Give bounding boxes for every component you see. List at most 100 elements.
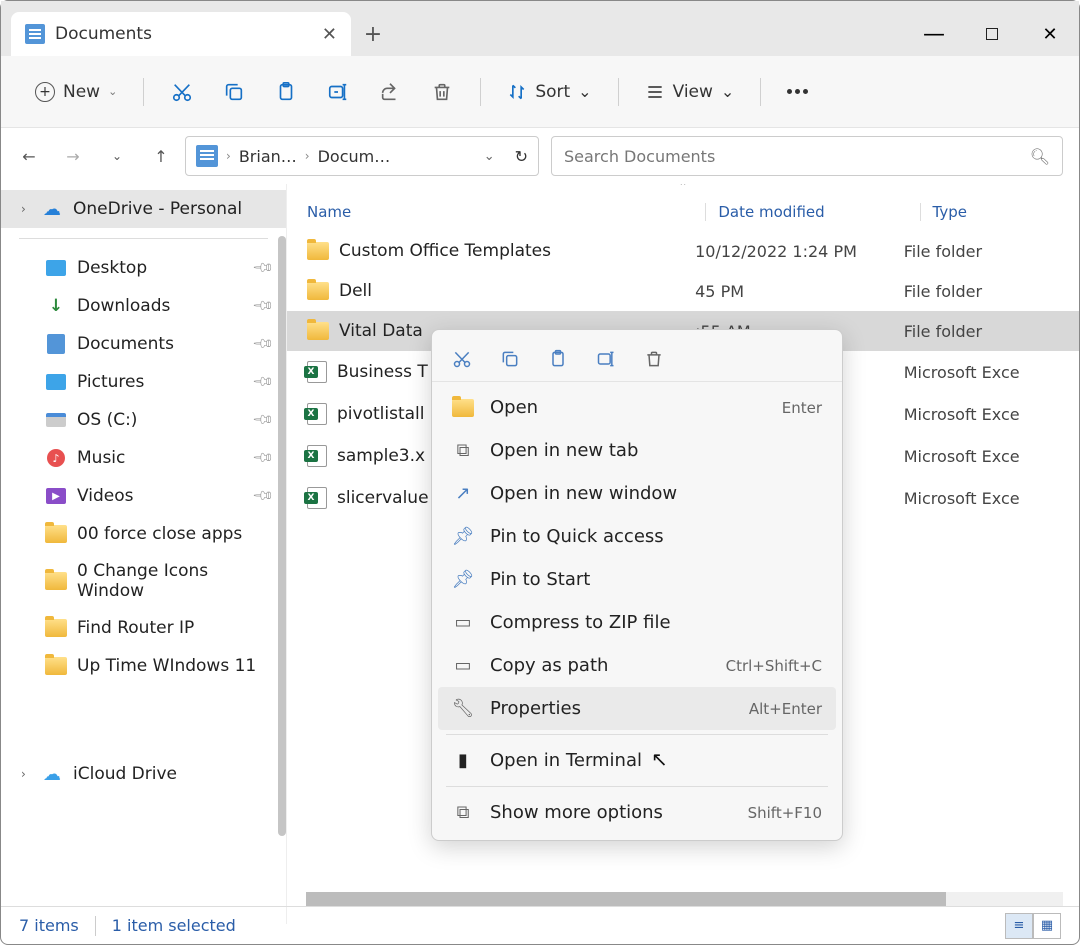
folder-icon: [307, 242, 329, 260]
folder-icon: [307, 322, 329, 340]
chevron-down-icon[interactable]: ⌄: [484, 149, 495, 164]
sidebar-item-icloud[interactable]: › ☁ iCloud Drive: [1, 755, 286, 793]
window-icon: ↗: [452, 483, 474, 504]
ctx-copy-path[interactable]: ▭Copy as pathCtrl+Shift+C: [432, 644, 842, 687]
nav-bar: ← → ⌄ ↑ › Brian… › Docum… ⌄ ↻ Search Doc…: [1, 128, 1079, 184]
downloads-icon: ↓: [45, 295, 67, 317]
folder-icon: [45, 655, 67, 677]
copy-button[interactable]: [212, 70, 256, 114]
paste-button[interactable]: [264, 70, 308, 114]
more-button[interactable]: [777, 81, 818, 102]
tab-icon: ⧉: [452, 440, 474, 461]
pin-icon: 📌︎: [251, 370, 275, 394]
folder-icon: [45, 570, 67, 592]
maximize-button[interactable]: [963, 12, 1021, 56]
sidebar-item[interactable]: ♪Music📌︎: [1, 439, 286, 477]
sidebar-item[interactable]: Desktop📌︎: [1, 249, 286, 287]
file-row[interactable]: Dell45 PMFile folder: [287, 271, 1079, 311]
chevron-right-icon: ›: [21, 202, 31, 216]
forward-button[interactable]: →: [61, 147, 85, 166]
path-icon: ▭: [452, 655, 474, 676]
sort-button[interactable]: Sort ⌄: [497, 74, 601, 110]
minimize-button[interactable]: —: [905, 12, 963, 56]
sidebar: › ☁ OneDrive - Personal Desktop📌︎↓Downlo…: [1, 184, 287, 924]
close-tab-icon[interactable]: ✕: [322, 24, 337, 45]
music-icon: ♪: [45, 447, 67, 469]
breadcrumb[interactable]: › Brian… › Docum… ⌄ ↻: [185, 136, 539, 176]
cloud-icon: ☁: [41, 198, 63, 220]
close-window-button[interactable]: ✕: [1021, 12, 1079, 56]
sidebar-item[interactable]: Find Router IP: [1, 609, 286, 647]
documents-icon: [25, 24, 45, 44]
thumbnails-view-button[interactable]: ▦: [1033, 913, 1061, 939]
delete-icon[interactable]: [644, 349, 664, 369]
tab-label: Documents: [55, 24, 312, 44]
cursor-icon: ↖: [651, 747, 668, 771]
chevron-right-icon: ›: [21, 767, 31, 781]
rename-icon[interactable]: [596, 349, 616, 369]
pin-icon: 📌︎: [251, 408, 275, 432]
documents-icon: [196, 145, 218, 167]
sidebar-item[interactable]: 00 force close apps: [1, 515, 286, 553]
pin-icon: 📌︎: [452, 526, 474, 547]
ctx-pin-start[interactable]: 📌︎Pin to Start: [432, 558, 842, 601]
videos-icon: ▶: [45, 485, 67, 507]
sidebar-item[interactable]: ↓Downloads📌︎: [1, 287, 286, 325]
ctx-pin-quick-access[interactable]: 📌︎Pin to Quick access: [432, 515, 842, 558]
recent-button[interactable]: ⌄: [105, 149, 129, 163]
back-button[interactable]: ←: [17, 147, 41, 166]
sidebar-item[interactable]: Documents📌︎: [1, 325, 286, 363]
ctx-properties[interactable]: 🔧︎PropertiesAlt+Enter: [438, 687, 836, 730]
more-icon: ⧉: [452, 802, 474, 823]
scrollbar[interactable]: [278, 236, 286, 836]
search-input[interactable]: Search Documents 🔍︎: [551, 136, 1063, 176]
column-headers: Name Date modified Type: [287, 193, 1079, 231]
excel-icon: [307, 403, 327, 425]
horizontal-scrollbar[interactable]: [306, 892, 1063, 906]
pictures-icon: [45, 371, 67, 393]
sidebar-item[interactable]: OS (C:)📌︎: [1, 401, 286, 439]
refresh-button[interactable]: ↻: [515, 147, 528, 166]
ctx-open-tab[interactable]: ⧉Open in new tab: [432, 429, 842, 472]
copy-icon[interactable]: [500, 349, 520, 369]
zip-icon: ▭: [452, 612, 474, 633]
file-row[interactable]: Custom Office Templates10/12/2022 1:24 P…: [287, 231, 1079, 271]
excel-icon: [307, 361, 327, 383]
col-date[interactable]: Date modified: [705, 203, 919, 221]
sidebar-item[interactable]: 0 Change Icons Window: [1, 553, 286, 609]
sidebar-item[interactable]: Up Time WIndows 11: [1, 647, 286, 685]
folder-icon: [45, 617, 67, 639]
sidebar-item-onedrive[interactable]: › ☁ OneDrive - Personal: [1, 190, 286, 228]
col-name[interactable]: Name: [307, 203, 705, 221]
rename-button[interactable]: [316, 70, 360, 114]
pin-icon: 📌︎: [251, 446, 275, 470]
new-tab-button[interactable]: +: [351, 12, 395, 56]
share-button[interactable]: [368, 70, 412, 114]
plus-icon: +: [35, 82, 55, 102]
ctx-terminal[interactable]: ▮Open in Terminal: [432, 739, 842, 782]
window-controls: — ✕: [905, 12, 1079, 56]
ctx-show-more[interactable]: ⧉Show more optionsShift+F10: [432, 791, 842, 834]
ctx-open[interactable]: OpenEnter: [432, 386, 842, 429]
context-mini-toolbar: [432, 336, 842, 382]
paste-icon[interactable]: [548, 349, 568, 369]
new-button[interactable]: + New ⌄: [25, 74, 127, 110]
tab-documents[interactable]: Documents ✕: [11, 12, 351, 56]
delete-button[interactable]: [420, 70, 464, 114]
pin-icon: 📌︎: [251, 484, 275, 508]
ctx-open-window[interactable]: ↗Open in new window: [432, 472, 842, 515]
cut-icon[interactable]: [452, 349, 472, 369]
folder-icon: [307, 282, 329, 300]
col-type[interactable]: Type: [920, 203, 1059, 221]
view-button[interactable]: View ⌄: [635, 74, 745, 110]
sidebar-item[interactable]: ▶Videos📌︎: [1, 477, 286, 515]
status-bar: 7 items 1 item selected ≡ ▦: [1, 906, 1079, 944]
pin-icon: 📌︎: [251, 256, 275, 280]
ctx-compress[interactable]: ▭Compress to ZIP file: [432, 601, 842, 644]
details-view-button[interactable]: ≡: [1005, 913, 1033, 939]
title-bar: Documents ✕ + — ✕: [1, 1, 1079, 56]
sidebar-item[interactable]: Pictures📌︎: [1, 363, 286, 401]
cut-button[interactable]: [160, 70, 204, 114]
context-menu: OpenEnter ⧉Open in new tab ↗Open in new …: [431, 329, 843, 841]
up-button[interactable]: ↑: [149, 147, 173, 166]
